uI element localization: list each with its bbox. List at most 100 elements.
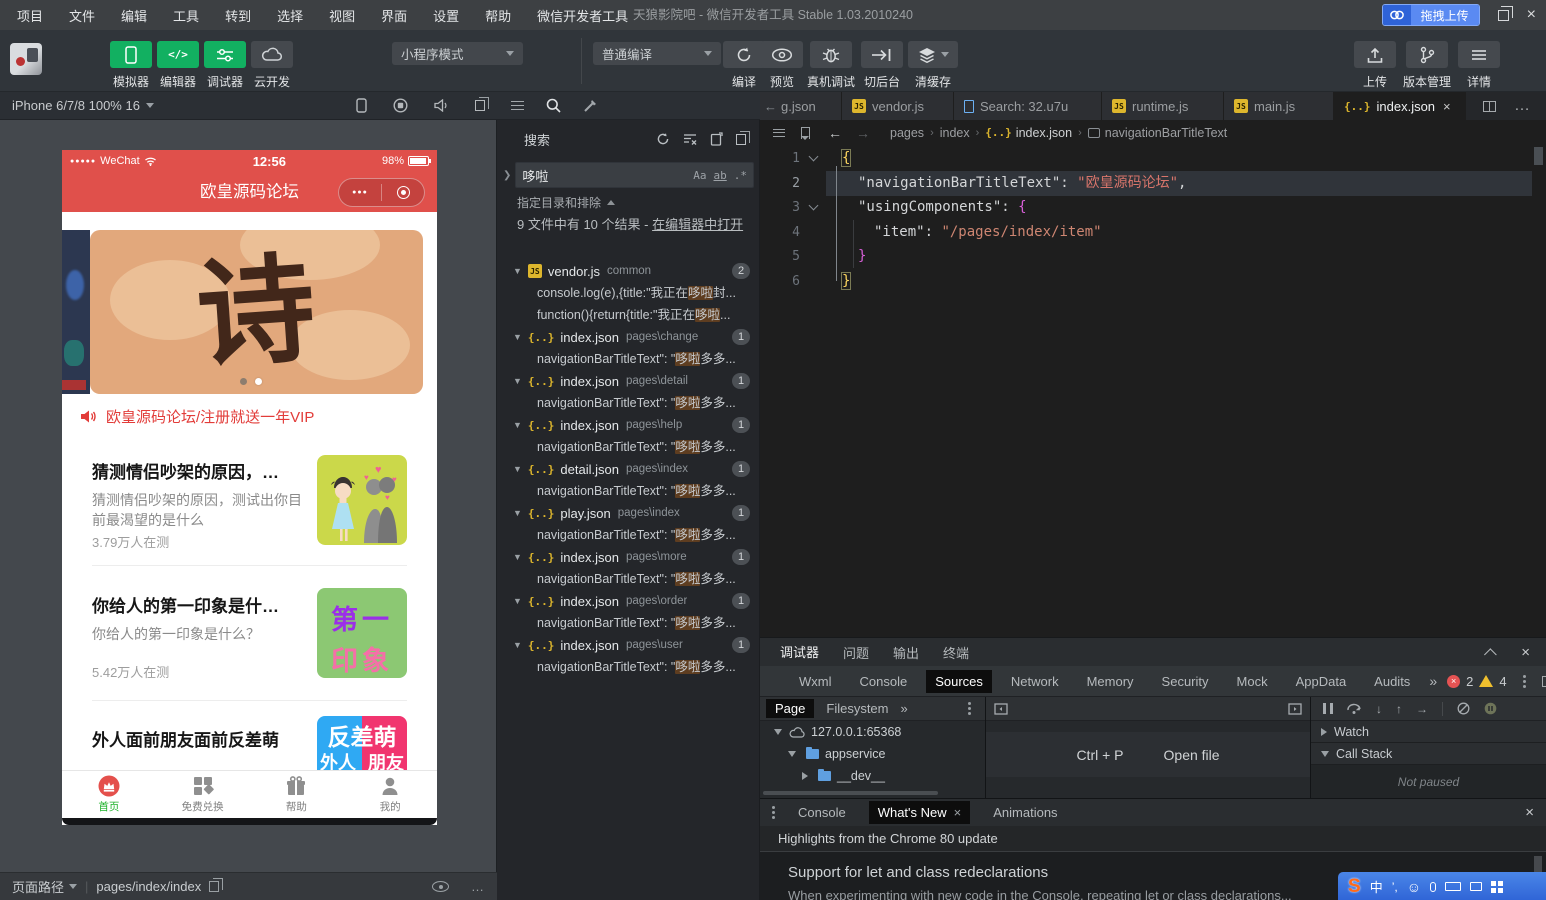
- sogou-logo[interactable]: S: [1348, 876, 1361, 898]
- result-file-row[interactable]: ▼ {..} index.json pages\change 1: [497, 326, 760, 348]
- more-tabs-icon[interactable]: »: [901, 701, 908, 716]
- scrollbar-thumb[interactable]: [1534, 147, 1543, 165]
- error-icon[interactable]: ×: [1447, 674, 1461, 688]
- clear-results-icon[interactable]: [683, 132, 697, 146]
- result-match-row[interactable]: function(){return{title:"我正在哆啦...: [497, 304, 760, 326]
- tab-vendor-js[interactable]: JS vendor.js: [842, 92, 954, 120]
- result-match-row[interactable]: navigationBarTitleText": "哆啦多多...: [497, 524, 760, 546]
- tab-main-js[interactable]: JS main.js: [1224, 92, 1334, 120]
- tab-mock[interactable]: Mock: [1228, 670, 1277, 693]
- collapse-all-icon[interactable]: [736, 130, 750, 145]
- more-icon[interactable]: …: [471, 879, 485, 894]
- result-file-row[interactable]: ▼ {..} detail.json pages\index 1: [497, 458, 760, 480]
- project-avatar[interactable]: [10, 43, 42, 75]
- result-file-row[interactable]: ▼ {..} index.json pages\detail 1: [497, 370, 760, 392]
- result-match-row[interactable]: console.log(e),{title:"我正在哆啦封...: [497, 282, 760, 304]
- expand-replace-icon[interactable]: ❯: [503, 170, 511, 181]
- ime-toolbar[interactable]: S 中 ’, ☺: [1338, 872, 1546, 900]
- more-tabs-icon[interactable]: »: [1429, 673, 1437, 689]
- ime-toolbox-icon[interactable]: [1491, 880, 1503, 893]
- tab-terminal[interactable]: 终端: [943, 643, 969, 668]
- tab-memory[interactable]: Memory: [1078, 670, 1143, 693]
- menu-tools[interactable]: 工具: [160, 6, 212, 25]
- close-icon[interactable]: ×: [1521, 644, 1530, 661]
- drag-upload-button[interactable]: 拖拽上传: [1381, 4, 1480, 26]
- result-file-row[interactable]: ▼ {..} index.json pages\help 1: [497, 414, 760, 436]
- menu-help[interactable]: 帮助: [472, 6, 524, 25]
- tab-help[interactable]: 帮助: [250, 771, 344, 818]
- result-match-row[interactable]: navigationBarTitleText": "哆啦多多...: [497, 612, 760, 634]
- tab-g-json[interactable]: ← g.json: [760, 92, 842, 120]
- warning-icon[interactable]: [1479, 675, 1494, 687]
- ime-keyboard-icon[interactable]: [1445, 882, 1461, 891]
- step-icon[interactable]: →: [1416, 702, 1428, 716]
- watch-section[interactable]: Watch: [1311, 721, 1546, 743]
- menu-goto[interactable]: 转到: [212, 6, 264, 25]
- more-dots-icon[interactable]: ●●●: [339, 189, 381, 196]
- fold-icon[interactable]: [808, 200, 819, 211]
- more-actions-icon[interactable]: …: [1514, 97, 1530, 115]
- window-close-button[interactable]: ×: [1527, 7, 1536, 23]
- close-drawer-icon[interactable]: ×: [1525, 804, 1534, 821]
- carousel-slide[interactable]: 诗: [90, 230, 423, 394]
- menu-select[interactable]: 选择: [264, 6, 316, 25]
- tab-audits[interactable]: Audits: [1365, 670, 1419, 693]
- mode-select[interactable]: 小程序模式: [392, 42, 523, 65]
- copy-icon[interactable]: [209, 878, 223, 892]
- quiz-list-item[interactable]: 猜测情侣吵架的原因，… 猜测情侣吵架的原因，测试出你目前最渴望的是什么 3.79…: [62, 450, 437, 552]
- tab-mine[interactable]: 我的: [343, 771, 437, 818]
- tab-page[interactable]: Page: [766, 699, 815, 718]
- breadcrumb-pages[interactable]: pages: [890, 126, 924, 140]
- result-match-row[interactable]: navigationBarTitleText": "哆啦多多...: [497, 392, 760, 414]
- tab-drawer-console[interactable]: Console: [789, 801, 855, 824]
- hscrollbar-thumb[interactable]: [763, 791, 938, 795]
- ime-mic-icon[interactable]: [1430, 881, 1436, 892]
- collapse-icon[interactable]: [1484, 647, 1497, 661]
- match-case-icon[interactable]: Aa: [693, 169, 706, 182]
- windows-icon[interactable]: [475, 97, 489, 111]
- fold-icon[interactable]: [808, 151, 819, 162]
- notice-bar[interactable]: 欧皇源码论坛/注册就送一年VIP: [80, 402, 420, 430]
- result-match-row[interactable]: navigationBarTitleText": "哆啦多多...: [497, 480, 760, 502]
- result-file-row[interactable]: ▼ JS vendor.js common 2: [497, 260, 760, 282]
- tab-filesystem[interactable]: Filesystem: [826, 701, 888, 716]
- nav-back-icon[interactable]: ←: [828, 125, 842, 141]
- tree-item-dev[interactable]: __dev__: [760, 765, 985, 787]
- tab-index-json[interactable]: {..} index.json ×: [1334, 92, 1466, 120]
- call-stack-section[interactable]: Call Stack: [1311, 743, 1546, 765]
- nav-forward-icon[interactable]: →: [856, 125, 870, 141]
- search-input[interactable]: 哆啦 Aa ab .*: [515, 162, 754, 188]
- close-icon[interactable]: ×: [954, 805, 962, 820]
- tab-security[interactable]: Security: [1153, 670, 1218, 693]
- menu-interface[interactable]: 界面: [368, 6, 420, 25]
- tab-search-results[interactable]: Search: 32.u7u: [954, 92, 1102, 120]
- ime-punct-icon[interactable]: ’,: [1392, 880, 1398, 894]
- menu-devtools[interactable]: 微信开发者工具: [524, 6, 641, 25]
- step-out-icon[interactable]: ↑: [1396, 702, 1402, 716]
- drawer-menu-icon[interactable]: [772, 811, 775, 814]
- undock-icon[interactable]: [1541, 675, 1546, 687]
- menu-file[interactable]: 文件: [56, 6, 108, 25]
- tab-appdata[interactable]: AppData: [1287, 670, 1356, 693]
- phone-mode-icon[interactable]: [356, 98, 367, 113]
- record-icon[interactable]: [393, 98, 408, 113]
- exit-icon[interactable]: [382, 186, 424, 199]
- sidebar-menu-icon[interactable]: [968, 707, 971, 710]
- open-in-editor-link[interactable]: 在编辑器中打开: [652, 217, 743, 232]
- open-file-label[interactable]: Open file: [1164, 747, 1220, 763]
- menu-settings[interactable]: 设置: [420, 6, 472, 25]
- ime-language[interactable]: 中: [1370, 877, 1383, 896]
- details-button[interactable]: 详情: [1449, 41, 1509, 90]
- devtools-menu-icon[interactable]: [1522, 679, 1526, 683]
- version-control-button[interactable]: 版本管理: [1397, 41, 1457, 90]
- menu-project[interactable]: 项目: [4, 6, 56, 25]
- tab-runtime-js[interactable]: JS runtime.js: [1102, 92, 1224, 120]
- ime-skin-icon[interactable]: [1470, 882, 1482, 891]
- bookmark-icon[interactable]: [801, 126, 810, 140]
- tab-wxml[interactable]: Wxml: [790, 670, 841, 693]
- menu-view[interactable]: 视图: [316, 6, 368, 25]
- result-match-row[interactable]: navigationBarTitleText": "哆啦多多...: [497, 656, 760, 678]
- tab-console[interactable]: Console: [851, 670, 917, 693]
- window-restore-button[interactable]: [1497, 5, 1513, 21]
- quiz-list-item[interactable]: 你给人的第一印象是什… 你给人的第一印象是什么？ 5.42万人在测 第一 印象: [62, 582, 437, 684]
